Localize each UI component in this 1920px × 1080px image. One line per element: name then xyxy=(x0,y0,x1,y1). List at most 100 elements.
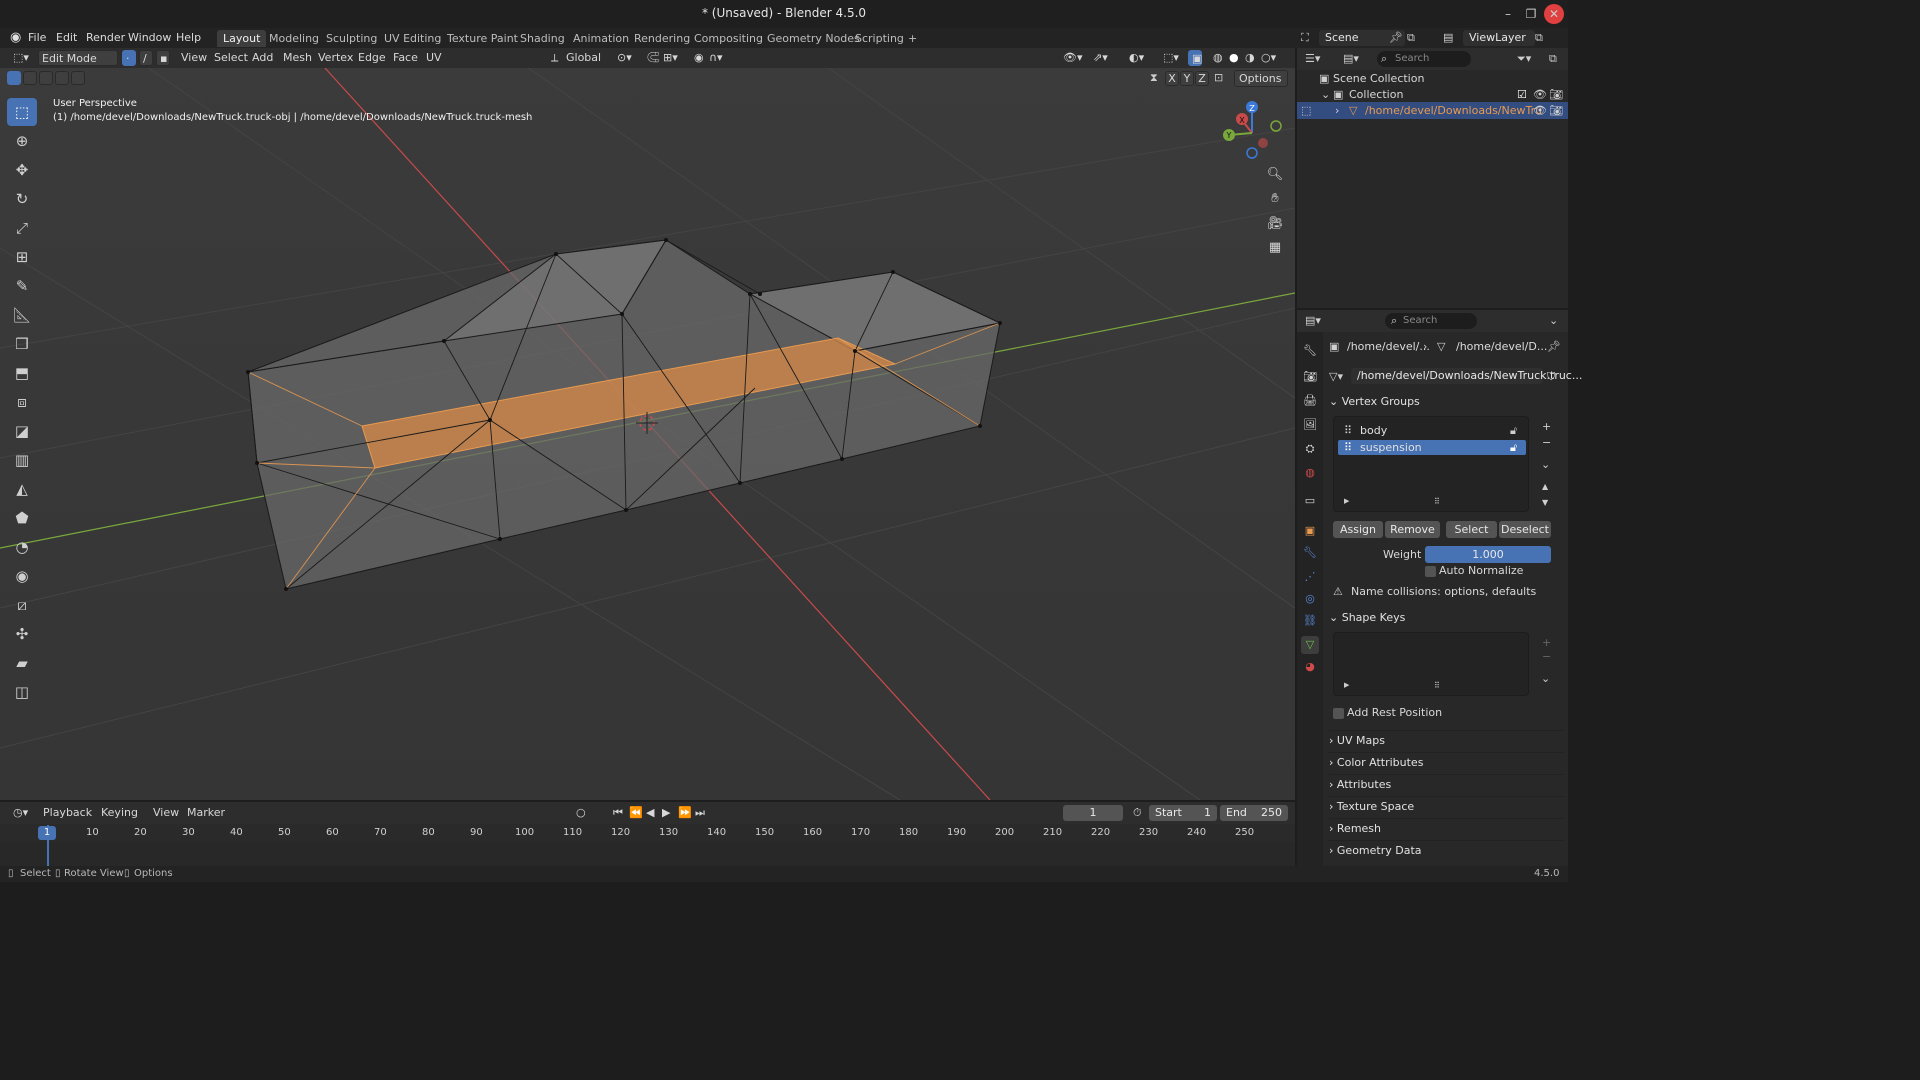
physics-tab-icon[interactable]: ◎ xyxy=(1301,590,1319,608)
properties-editor-type-icon[interactable]: ▤▾ xyxy=(1305,314,1321,327)
current-frame-field[interactable]: 1 xyxy=(1063,805,1123,821)
menu-playback[interactable]: Playback xyxy=(40,805,95,821)
tool-tab-icon[interactable]: 🔧︎ xyxy=(1301,342,1319,360)
rip-tool-icon[interactable]: ◫ xyxy=(7,678,37,706)
tab-animation[interactable]: Animation xyxy=(567,30,635,47)
proportional-edit-icon[interactable]: ◉ xyxy=(691,50,707,66)
spin-tool-icon[interactable]: ◔ xyxy=(7,533,37,561)
menu-uv[interactable]: UV xyxy=(423,50,445,66)
move-up-icon[interactable]: ▲ xyxy=(1542,482,1548,491)
tab-sculpting[interactable]: Sculpting xyxy=(320,30,383,47)
render-camera-icon[interactable]: 📷︎ xyxy=(1549,102,1563,119)
gizmo-toggle-icon[interactable]: ⇗▾ xyxy=(1090,50,1111,66)
play-reverse-icon[interactable]: ◀ xyxy=(643,805,657,821)
options-dropdown[interactable]: Options xyxy=(1234,70,1288,87)
mode-selector[interactable]: Edit Mode xyxy=(38,50,118,66)
overlays-icon[interactable]: ◐▾ xyxy=(1126,50,1147,66)
outliner-editor-type-icon[interactable]: ☰▾ xyxy=(1305,52,1320,65)
new-viewlayer-icon[interactable]: ⧉ xyxy=(1535,31,1543,45)
select-mode-extend-icon[interactable] xyxy=(23,71,37,85)
edge-slide-tool-icon[interactable]: ⧄ xyxy=(7,591,37,619)
menu-mesh[interactable]: Mesh xyxy=(280,50,315,66)
camera-view-icon[interactable]: 🎥︎ xyxy=(1264,213,1286,235)
timeline-ruler[interactable]: 10 20 30 40 50 60 70 80 90 100 110 120 1… xyxy=(0,824,1295,842)
list-item[interactable]: ⠿ suspension 🔓︎ xyxy=(1338,440,1526,455)
select-mode-intersect-icon[interactable] xyxy=(71,71,85,85)
extrude-tool-icon[interactable]: ⬒ xyxy=(7,359,37,387)
attributes-panel-header[interactable]: › Attributes xyxy=(1329,774,1564,794)
viewlayer-icon[interactable]: ▤ xyxy=(1443,31,1453,44)
menu-keying[interactable]: Keying xyxy=(98,805,141,821)
menu-view[interactable]: View xyxy=(178,50,210,66)
face-select-icon[interactable]: ▪ xyxy=(156,50,170,66)
exclude-checkbox-icon[interactable]: ☑ xyxy=(1517,86,1527,103)
shape-keys-panel-header[interactable]: ⌄ Shape Keys xyxy=(1329,608,1564,628)
auto-merge-icon[interactable]: ⊡ xyxy=(1214,71,1223,84)
select-button[interactable]: Select xyxy=(1446,521,1497,538)
material-tab-icon[interactable]: ◕ xyxy=(1301,658,1319,676)
blender-logo-icon[interactable]: ◉ xyxy=(6,30,25,46)
weight-slider[interactable]: 1.000 xyxy=(1425,546,1551,563)
outliner-row-scene-collection[interactable]: ▣ Scene Collection xyxy=(1297,70,1568,87)
menu-edit[interactable]: Edit xyxy=(52,30,81,46)
visibility-eye-icon[interactable]: 👁︎ xyxy=(1533,86,1547,103)
smooth-tool-icon[interactable]: ◉ xyxy=(7,562,37,590)
filter-options-expand-icon[interactable]: ▶ xyxy=(1344,681,1349,689)
uv-maps-panel-header[interactable]: › UV Maps xyxy=(1329,730,1564,750)
editor-type-icon[interactable]: ⬚▾ xyxy=(10,50,32,66)
end-frame-field[interactable]: End 250 xyxy=(1220,805,1288,821)
resize-grip-icon[interactable]: ⠿ xyxy=(1434,497,1440,506)
menu-help[interactable]: Help xyxy=(172,30,205,46)
annotate-tool-icon[interactable]: ✎ xyxy=(7,272,37,300)
shear-tool-icon[interactable]: ▰ xyxy=(7,649,37,677)
tab-texture-paint[interactable]: Texture Paint xyxy=(441,30,524,47)
new-collection-icon[interactable]: ⧉ xyxy=(1549,52,1557,66)
wireframe-shading-icon[interactable]: ◍ xyxy=(1210,50,1226,66)
menu-render[interactable]: Render xyxy=(82,30,129,46)
menu-add[interactable]: Add xyxy=(249,50,276,66)
menu-marker[interactable]: Marker xyxy=(184,805,228,821)
timeline-editor-type-icon[interactable]: ◷▾ xyxy=(10,805,31,821)
perspective-toggle-icon[interactable]: ▦ xyxy=(1264,237,1286,259)
select-mode-new-icon[interactable] xyxy=(7,71,21,85)
mesh-edit-overlays-icon[interactable]: ⬚▾ xyxy=(1160,50,1182,66)
outliner-row-collection[interactable]: ⌄ ▣ Collection ☑ 👁︎ 📷︎ xyxy=(1297,86,1568,103)
start-frame-field[interactable]: Start 1 xyxy=(1149,805,1217,821)
visibility-icon[interactable]: 👁︎▾ xyxy=(1060,50,1086,66)
mirror-z-toggle[interactable]: Z xyxy=(1195,71,1209,86)
properties-editor[interactable]: ▤▾ Search ⌕ ⌄ 🔧︎ 📷︎ 🖨︎ 🖼︎ ⛭ ◍ ▭ ▣ 🔧︎ ⋰ ◎… xyxy=(1297,310,1582,866)
properties-search-input[interactable]: Search xyxy=(1385,313,1477,329)
geometry-data-panel-header[interactable]: › Geometry Data xyxy=(1329,840,1564,860)
remove-vertex-group-icon[interactable]: − xyxy=(1542,436,1551,449)
snap-target-icon[interactable]: ⊞▾ xyxy=(660,50,681,66)
expand-chevron-icon[interactable]: › xyxy=(1335,102,1339,119)
add-cube-tool-icon[interactable]: ❒ xyxy=(7,330,37,358)
mesh-datablock-field[interactable]: /home/devel/Downloads/NewTruck.truc... xyxy=(1351,368,1582,384)
add-rest-position-checkbox[interactable] xyxy=(1333,708,1344,719)
zoom-icon[interactable]: 🔍︎ xyxy=(1264,164,1286,186)
new-scene-icon[interactable]: ⧉ xyxy=(1407,31,1415,45)
object-tab-icon[interactable]: ▣ xyxy=(1301,522,1319,540)
menu-vertex[interactable]: Vertex xyxy=(315,50,356,66)
world-tab-icon[interactable]: ◍ xyxy=(1301,464,1319,482)
outliner-search-input[interactable]: Search xyxy=(1377,51,1471,67)
transform-orientation-select[interactable]: Global xyxy=(563,50,604,66)
select-mode-subtract-icon[interactable] xyxy=(39,71,53,85)
timeline-body[interactable] xyxy=(0,842,1295,866)
mirror-x-toggle[interactable]: X xyxy=(1165,71,1179,86)
constraints-tab-icon[interactable]: ⛓︎ xyxy=(1301,612,1319,630)
viewport-canvas[interactable]: Z X Y xyxy=(0,48,1295,800)
pin-icon[interactable]: 📌︎ xyxy=(1389,31,1403,44)
timeline-editor[interactable]: ◷▾ Playback Keying View Marker ○ ⏮ ⏪ ◀ ▶… xyxy=(0,802,1295,866)
options-chevron-icon[interactable]: ⌄ xyxy=(1549,314,1558,327)
display-mode-icon[interactable]: ▤▾ xyxy=(1343,52,1359,65)
outliner-row-object[interactable]: ⬚ › ▽ /home/devel/Downloads/NewTru 👁︎ 📷︎ xyxy=(1297,102,1568,119)
output-tab-icon[interactable]: 🖨︎ xyxy=(1301,392,1319,410)
pin-icon[interactable]: 📌︎ xyxy=(1547,340,1561,353)
measure-tool-icon[interactable]: 📐︎ xyxy=(7,301,37,329)
remove-button[interactable]: Remove xyxy=(1385,521,1440,538)
assign-button[interactable]: Assign xyxy=(1333,521,1383,538)
menu-select[interactable]: Select xyxy=(211,50,251,66)
render-tab-icon[interactable]: 📷︎ xyxy=(1301,368,1319,386)
play-icon[interactable]: ▶ xyxy=(659,805,673,821)
